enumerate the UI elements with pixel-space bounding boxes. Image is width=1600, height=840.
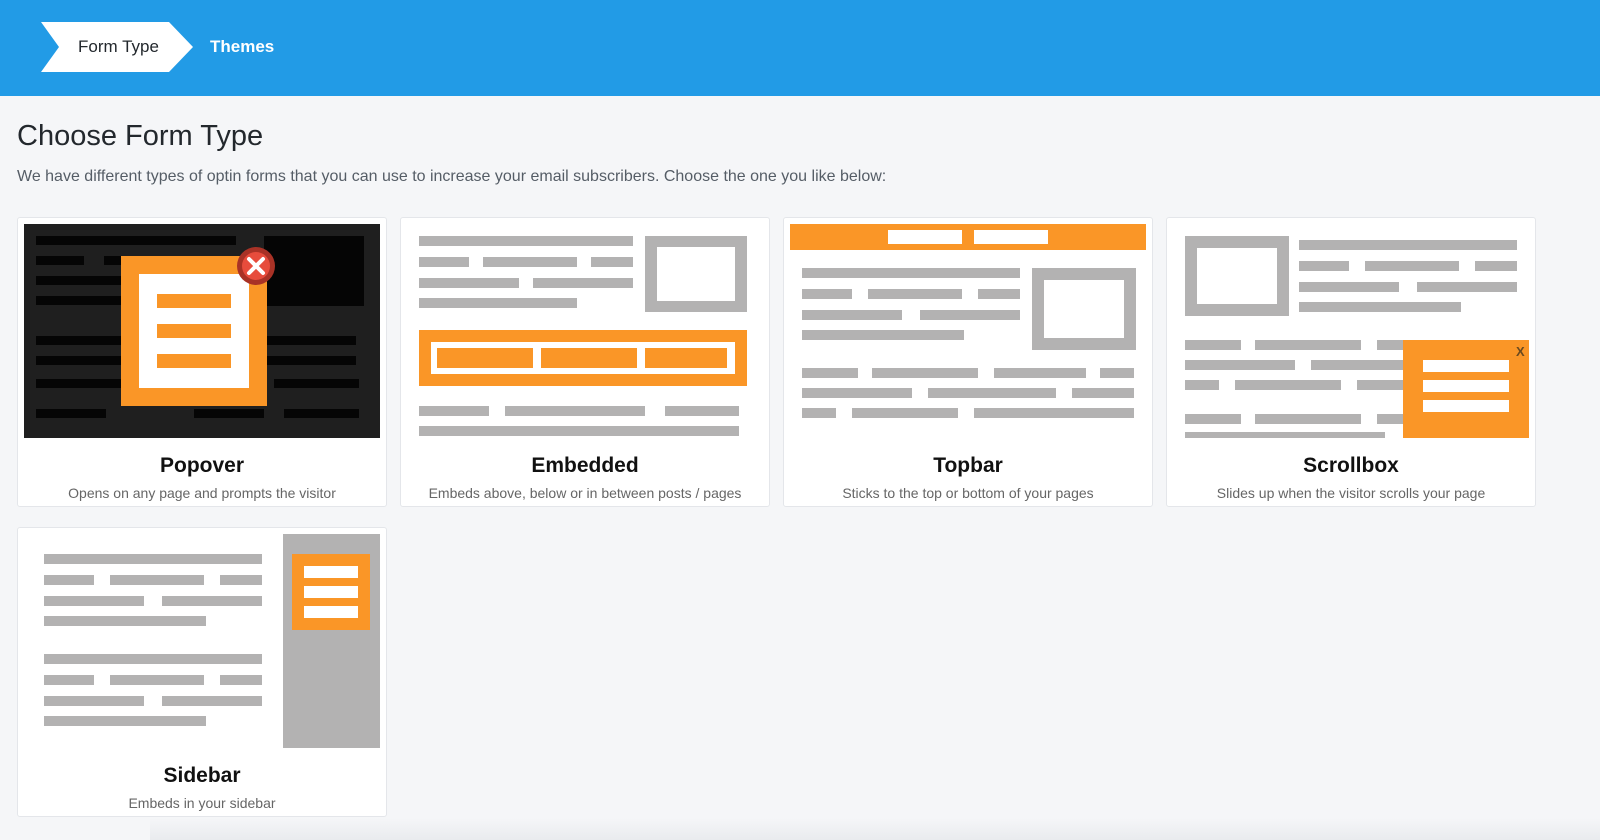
form-type-card-popover[interactable]: Popover Opens on any page and prompts th… (17, 217, 387, 507)
page-title: Choose Form Type (17, 120, 264, 152)
scrollbox-close-icon: X (1516, 344, 1525, 359)
topbar-preview-illustration (790, 224, 1146, 438)
scrollbox-preview-illustration: X (1173, 224, 1529, 438)
bottom-edge-shadow (150, 818, 1600, 840)
form-type-card-scrollbox[interactable]: X Scrollbox Slides up when the visitor s… (1166, 217, 1536, 507)
form-type-description: Slides up when the visitor scrolls your … (1216, 485, 1486, 501)
breadcrumb-step-label: Form Type (78, 37, 159, 56)
form-type-title: Topbar (933, 454, 1003, 477)
form-type-title: Popover (159, 454, 245, 477)
form-type-description: Opens on any page and prompts the visito… (68, 485, 336, 501)
top-navigation-bar: Form Type Themes (0, 0, 1600, 96)
embedded-preview-illustration (407, 224, 763, 438)
form-type-description: Sticks to the top or bottom of your page… (842, 485, 1094, 501)
breadcrumb-step-form-type[interactable]: Form Type (41, 22, 196, 72)
form-type-title: Embedded (531, 454, 639, 477)
form-type-card-topbar[interactable]: Topbar Sticks to the top or bottom of yo… (783, 217, 1153, 507)
form-type-card-embedded[interactable]: Embedded Embeds above, below or in betwe… (400, 217, 770, 507)
form-type-card-sidebar[interactable]: Sidebar Embeds in your sidebar (17, 527, 387, 817)
form-type-title: Sidebar (163, 764, 241, 787)
form-type-description: Embeds above, below or in between posts … (428, 485, 742, 501)
form-type-title: Scrollbox (1303, 454, 1399, 477)
sidebar-preview-illustration (24, 534, 380, 748)
breadcrumb-step-themes[interactable]: Themes (210, 22, 274, 72)
page-description: We have different types of optin forms t… (17, 168, 887, 185)
form-type-description: Embeds in your sidebar (128, 795, 276, 811)
popover-preview-illustration (24, 224, 380, 438)
